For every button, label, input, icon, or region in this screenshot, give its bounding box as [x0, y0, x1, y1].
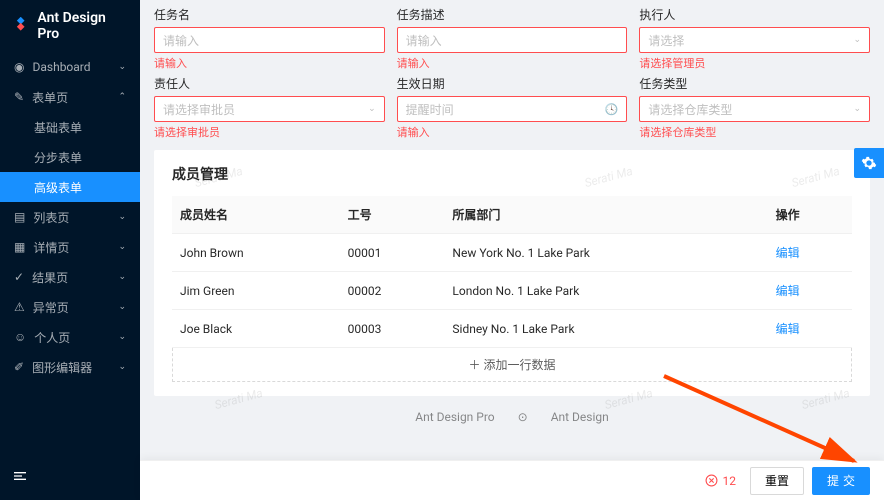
edit-link[interactable]: 编辑 [776, 322, 800, 336]
gear-icon [861, 155, 877, 171]
submit-button[interactable]: 提交 [812, 467, 870, 495]
sidebar: Ant Design Pro ◉Dashboard⌄ ✎表单页⌃ 基础表单 分步… [0, 0, 140, 500]
field-label: 任务名 [154, 6, 385, 23]
bottom-bar: 12 重置 提交 [140, 460, 884, 500]
table-header: 所属部门 [444, 196, 767, 234]
main-content: 任务名请输入请输入任务描述请输入请输入执行人请选择⌄请选择管理员 责任人请选择审… [140, 0, 884, 500]
field-label: 执行人 [639, 6, 870, 23]
reset-button[interactable]: 重置 [750, 467, 804, 495]
user-icon: ☺ [14, 330, 26, 344]
logo-icon [12, 17, 29, 35]
sidebar-item-profile[interactable]: ▦详情页⌄ [0, 232, 140, 262]
select-input[interactable]: 请选择⌄ [639, 27, 870, 53]
error-text: 请选择仓库类型 [639, 124, 870, 140]
sidebar-item-dashboard[interactable]: ◉Dashboard⌄ [0, 52, 140, 82]
footer-link-pro[interactable]: Ant Design Pro [415, 410, 494, 424]
select-input[interactable]: 请选择仓库类型⌄ [639, 96, 870, 122]
check-circle-icon: ✓ [14, 270, 24, 284]
edit-link[interactable]: 编辑 [776, 246, 800, 260]
table-header: 操作 [768, 196, 852, 234]
error-text: 请选择审批员 [154, 124, 385, 140]
table-row: Jim Green00002London No. 1 Lake Park编辑 [172, 272, 852, 310]
chevron-down-icon: ⌄ [118, 212, 126, 222]
github-icon[interactable]: ⊙ [518, 410, 528, 424]
chevron-down-icon: ⌄ [118, 362, 126, 372]
edit-link[interactable]: 编辑 [776, 284, 800, 298]
date-input[interactable]: 提醒时间🕓 [397, 96, 628, 122]
logo: Ant Design Pro [0, 0, 140, 52]
sidebar-item-form[interactable]: ✎表单页⌃ [0, 82, 140, 112]
sidebar-sub-step[interactable]: 分步表单 [0, 142, 140, 172]
chevron-down-icon: ⌄ [118, 332, 126, 342]
add-row-button[interactable]: ＋ 添加一行数据 [172, 348, 852, 382]
sidebar-item-editor[interactable]: ✐图形编辑器⌄ [0, 352, 140, 382]
sidebar-item-exception[interactable]: ⚠异常页⌄ [0, 292, 140, 322]
sidebar-item-result[interactable]: ✓结果页⌄ [0, 262, 140, 292]
sidebar-item-account[interactable]: ☺个人页⌄ [0, 322, 140, 352]
error-text: 请输入 [154, 55, 385, 71]
table-header: 工号 [340, 196, 445, 234]
table-icon: ▤ [14, 210, 25, 224]
chevron-down-icon: ⌄ [368, 104, 376, 114]
sidebar-footer [0, 456, 140, 500]
table-header: 成员姓名 [172, 196, 340, 234]
field-label: 任务类型 [639, 75, 870, 92]
chevron-down-icon: ⌄ [118, 62, 126, 72]
profile-icon: ▦ [14, 240, 25, 254]
collapse-icon[interactable] [12, 468, 28, 484]
dashboard-icon: ◉ [14, 60, 24, 74]
sidebar-item-list[interactable]: ▤列表页⌄ [0, 202, 140, 232]
members-panel: 成员管理 成员姓名工号所属部门操作 John Brown00001New Yor… [154, 150, 870, 396]
sidebar-sub-basic[interactable]: 基础表单 [0, 112, 140, 142]
clock-icon: 🕓 [605, 103, 619, 116]
chevron-down-icon: ⌄ [853, 35, 861, 45]
highlight-icon: ✐ [14, 360, 24, 374]
footer-links: Ant Design Pro ⊙ Ant Design [154, 396, 870, 438]
error-text: 请选择管理员 [639, 55, 870, 71]
chevron-down-icon: ⌄ [118, 302, 126, 312]
brand-text: Ant Design Pro [37, 10, 128, 42]
settings-button[interactable] [854, 148, 884, 178]
panel-title: 成员管理 [172, 164, 852, 184]
field-label: 生效日期 [397, 75, 628, 92]
chevron-down-icon: ⌄ [118, 272, 126, 282]
error-text: 请输入 [397, 55, 628, 71]
chevron-down-icon: ⌄ [118, 242, 126, 252]
footer-link-antd[interactable]: Ant Design [551, 410, 609, 424]
select-input[interactable]: 请选择审批员⌄ [154, 96, 385, 122]
warning-icon: ⚠ [14, 300, 25, 314]
field-label: 责任人 [154, 75, 385, 92]
sidebar-sub-advanced[interactable]: 高级表单 [0, 172, 140, 202]
error-count[interactable]: 12 [705, 474, 736, 488]
members-table: 成员姓名工号所属部门操作 John Brown00001New York No.… [172, 196, 852, 348]
chevron-up-icon: ⌃ [118, 92, 126, 102]
text-input[interactable]: 请输入 [397, 27, 628, 53]
table-row: Joe Black00003Sidney No. 1 Lake Park编辑 [172, 310, 852, 348]
form-icon: ✎ [14, 90, 24, 104]
text-input[interactable]: 请输入 [154, 27, 385, 53]
close-circle-icon [705, 474, 718, 487]
table-row: John Brown00001New York No. 1 Lake Park编… [172, 234, 852, 272]
chevron-down-icon: ⌄ [853, 104, 861, 114]
menu: ◉Dashboard⌄ ✎表单页⌃ 基础表单 分步表单 高级表单 ▤列表页⌄ ▦… [0, 52, 140, 456]
field-label: 任务描述 [397, 6, 628, 23]
error-text: 请输入 [397, 124, 628, 140]
